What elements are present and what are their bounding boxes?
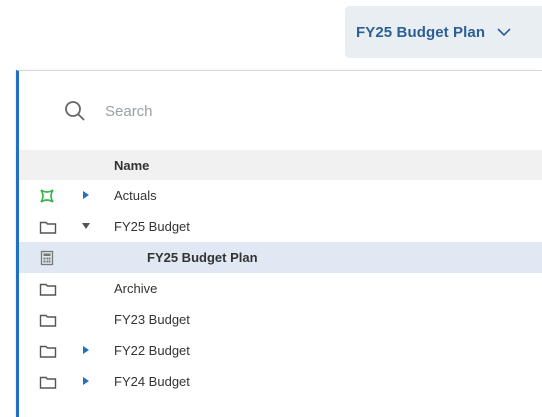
tree-row-archive[interactable]: Archive — [19, 273, 542, 304]
model-selector-label: FY25 Budget Plan — [356, 23, 486, 41]
chevron-down-icon — [497, 27, 511, 37]
actuals-module-icon — [39, 188, 57, 204]
model-browser-panel: Name Actuals — [16, 70, 542, 417]
folder-icon — [39, 343, 57, 359]
search-bar — [19, 71, 542, 151]
expand-caret-icon[interactable] — [81, 190, 91, 200]
search-input[interactable] — [105, 102, 405, 120]
tree-row-actuals[interactable]: Actuals — [19, 180, 542, 211]
tree-row-fy25-budget[interactable]: FY25 Budget — [19, 211, 542, 242]
folder-icon — [39, 374, 57, 390]
tree-list: Actuals FY25 Budget FY25 Budget Plan Arc… — [19, 180, 542, 397]
tree-row-fy23-budget[interactable]: FY23 Budget — [19, 304, 542, 335]
tree-row-label: Actuals — [114, 188, 157, 203]
search-icon — [63, 99, 87, 123]
expand-caret-icon[interactable] — [81, 376, 91, 386]
tree-row-label: FY25 Budget — [114, 219, 190, 234]
page: FY25 Budget Plan Name — [0, 0, 542, 417]
column-header-name: Name — [114, 157, 150, 173]
tree-row-label: FY22 Budget — [114, 343, 190, 358]
calculator-icon — [39, 250, 57, 266]
folder-icon — [39, 219, 57, 235]
tree-row-label: FY25 Budget Plan — [147, 250, 258, 265]
tree-row-fy22-budget[interactable]: FY22 Budget — [19, 335, 542, 366]
tree-row-label: FY23 Budget — [114, 312, 190, 327]
folder-icon — [39, 312, 57, 328]
model-selector-button[interactable]: FY25 Budget Plan — [345, 6, 542, 58]
tree-row-label: FY24 Budget — [114, 374, 190, 389]
tree-row-label: Archive — [114, 281, 158, 296]
tree-row-fy24-budget[interactable]: FY24 Budget — [19, 366, 542, 397]
tree-row-fy25-budget-plan[interactable]: FY25 Budget Plan — [19, 242, 542, 273]
column-header: Name — [19, 150, 542, 180]
folder-icon — [39, 281, 57, 297]
collapse-caret-icon[interactable] — [81, 221, 91, 231]
expand-caret-icon[interactable] — [81, 345, 91, 355]
